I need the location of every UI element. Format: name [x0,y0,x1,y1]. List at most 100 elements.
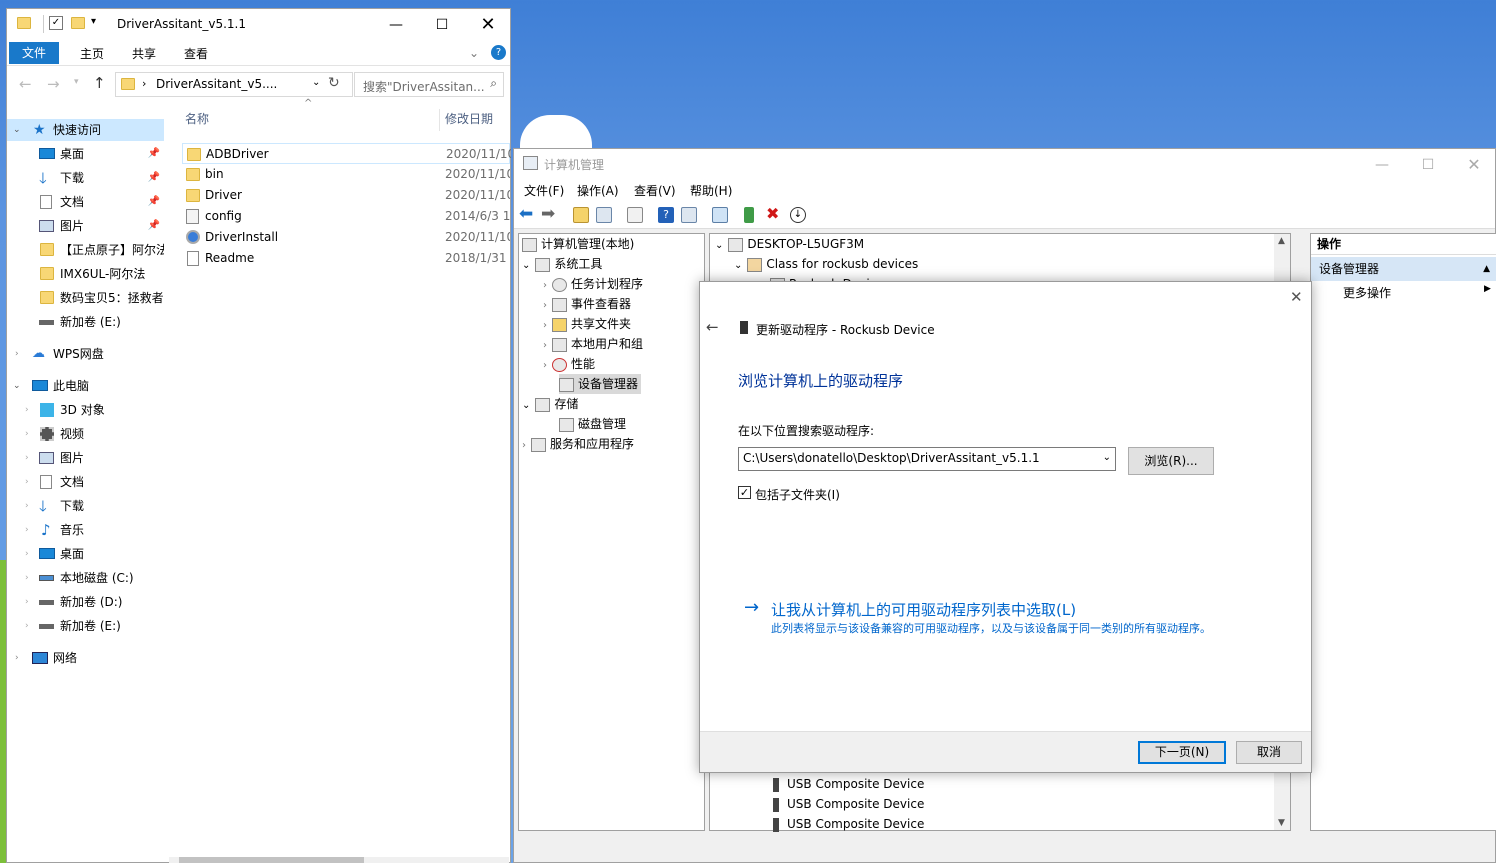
chevron-right-icon[interactable]: › [25,567,29,589]
nav-music[interactable]: › ♪ 音乐 [7,519,164,541]
nav-pictures[interactable]: 图片 📌 [7,215,164,237]
cancel-button[interactable]: 取消 [1236,741,1302,764]
recent-dropdown-icon[interactable]: ▾ [74,77,79,87]
quick-access-dropdown-icon[interactable]: ▾ [91,16,96,27]
nav-network[interactable]: › 网络 [7,647,164,669]
nav-downloads[interactable]: 🡓 下载 📌 [7,167,164,189]
nav-documents[interactable]: 文档 📌 [7,191,164,213]
submenu-arrow-icon[interactable]: ▶ [1484,284,1491,294]
nav-drive-d[interactable]: › 新加卷 (D:) [7,591,164,613]
device-usb-composite[interactable]: USB Composite Device [770,774,924,794]
tree-disk-management[interactable]: 磁盘管理 [559,414,626,434]
nav-wps[interactable]: › ☁ WPS网盘 [7,343,164,365]
new-folder-icon[interactable] [71,17,85,29]
column-header-modified[interactable]: 修改日期 [445,104,493,134]
chevron-down-icon[interactable]: ⌄ [1103,452,1111,463]
pin-icon[interactable]: 📌 [148,215,160,237]
nav-pc-documents[interactable]: › 文档 [7,471,164,493]
chevron-right-icon[interactable]: › [543,300,547,311]
refresh-icon[interactable]: ↻ [328,75,340,91]
tab-home[interactable]: 主页 [67,43,117,65]
monitor-icon[interactable] [712,207,728,223]
forward-arrow-icon[interactable]: ➡ [541,204,555,224]
maximize-button[interactable]: ☐ [1405,149,1451,180]
chevron-down-icon[interactable]: ⌄ [522,400,530,411]
column-header-name[interactable]: 名称 [185,104,209,134]
chevron-down-icon[interactable]: ⌄ [734,260,742,271]
chevron-right-icon[interactable]: › [15,647,19,669]
scroll-down-icon[interactable]: ▼ [1278,818,1285,828]
tab-view[interactable]: 查看 [171,43,221,65]
search-input[interactable]: 搜索"DriverAssitan... ⌕ [354,72,504,97]
tree-event-viewer[interactable]: › 事件查看器 [543,294,631,314]
chevron-down-icon[interactable]: ⌄ [13,375,21,397]
chevron-right-icon[interactable]: › [25,615,29,637]
nav-desktop[interactable]: 桌面 📌 [7,143,164,165]
chevron-right-icon[interactable]: › [543,320,547,331]
minimize-button[interactable]: — [373,9,419,40]
back-arrow-icon[interactable]: ⬅ [519,204,533,224]
scroll-up-icon[interactable]: ▲ [1278,236,1285,246]
nav-drive-e[interactable]: › 新加卷 (E:) [7,615,164,637]
close-icon[interactable]: ✕ [1290,288,1303,306]
nav-3d-objects[interactable]: › 3D 对象 [7,399,164,421]
file-row[interactable]: ADBDriver 2020/11/10 [182,143,511,164]
nav-videos[interactable]: › 视频 [7,423,164,445]
nav-quick-access[interactable]: ⌄ ★ 快速访问 [7,119,164,141]
chevron-right-icon[interactable]: › [25,591,29,613]
nav-folder[interactable]: 【正点原子】阿尔法 [7,239,164,261]
close-button[interactable]: ✕ [465,9,511,40]
chevron-right-icon[interactable]: › [25,471,29,493]
nav-this-pc[interactable]: ⌄ 此电脑 [7,375,164,397]
chevron-right-icon[interactable]: › [543,340,547,351]
file-row[interactable]: Readme 2018/1/31 [182,248,510,269]
nav-folder[interactable]: IMX6UL-阿尔法 [7,263,164,285]
expand-ribbon-icon[interactable]: ⌄ [469,46,479,60]
properties-icon[interactable]: ✓ [49,16,63,30]
pin-icon[interactable]: 📌 [148,167,160,189]
minimize-button[interactable]: — [1359,149,1405,180]
driver-path-combobox[interactable]: C:\Users\donatello\Desktop\DriverAssitan… [738,447,1116,471]
file-row[interactable]: bin 2020/11/10 [182,164,510,185]
tree-services[interactable]: › 服务和应用程序 [522,434,634,454]
address-bar[interactable]: › DriverAssitant_v5.... ⌄ ↻ [115,72,353,97]
maximize-button[interactable]: ☐ [419,9,465,40]
nav-folder[interactable]: 数码宝贝5：拯救者 [7,287,164,309]
action-pane-icon[interactable] [681,207,697,223]
download-icon[interactable]: ↓ [790,207,806,223]
forward-arrow-icon[interactable]: → [47,75,60,93]
browse-button[interactable]: 浏览(R)... [1128,447,1214,475]
tree-storage[interactable]: ⌄ 存储 [522,394,578,414]
up-arrow-icon[interactable]: ↑ [93,74,106,92]
chevron-right-icon[interactable]: › [15,343,19,365]
column-divider[interactable] [439,109,440,131]
chevron-right-icon[interactable]: › [543,280,547,291]
tree-system-tools[interactable]: ⌄ 系统工具 [522,254,602,274]
tree-shared-folders[interactable]: › 共享文件夹 [543,314,631,334]
chevron-down-icon[interactable]: ⌄ [715,240,723,251]
scrollbar-thumb[interactable] [179,857,364,863]
back-arrow-icon[interactable]: ← [19,75,32,93]
device-class[interactable]: ⌄ Class for rockusb devices [734,254,918,274]
close-button[interactable]: ✕ [1451,149,1496,180]
chevron-right-icon[interactable]: › [25,423,29,445]
chevron-down-icon[interactable]: ⌄ [13,119,21,141]
properties-icon[interactable] [627,207,643,223]
collapse-icon[interactable]: ▲ [1483,257,1490,281]
device-usb-composite[interactable]: USB Composite Device [770,814,924,834]
tab-share[interactable]: 共享 [119,43,169,65]
help-icon[interactable]: ? [491,45,506,60]
chevron-right-icon[interactable]: › [25,447,29,469]
tree-task-scheduler[interactable]: › 任务计划程序 [543,274,643,294]
chevron-right-icon[interactable]: › [25,519,29,541]
chevron-right-icon[interactable]: › [543,360,547,371]
device-computer[interactable]: ⌄ DESKTOP-L5UGF3M [715,234,864,254]
menu-file[interactable]: 文件(F) [524,182,564,199]
nav-pc-pictures[interactable]: › 图片 [7,447,164,469]
horizontal-scrollbar[interactable] [169,857,509,863]
pick-driver-link[interactable]: 让我从计算机上的可用驱动程序列表中选取(L) [771,599,1076,620]
include-subfolders-checkbox[interactable]: ✓ [738,486,751,499]
menu-view[interactable]: 查看(V) [634,182,676,199]
chevron-right-icon[interactable]: › [25,399,29,421]
tree-root[interactable]: 计算机管理(本地) [522,234,634,254]
